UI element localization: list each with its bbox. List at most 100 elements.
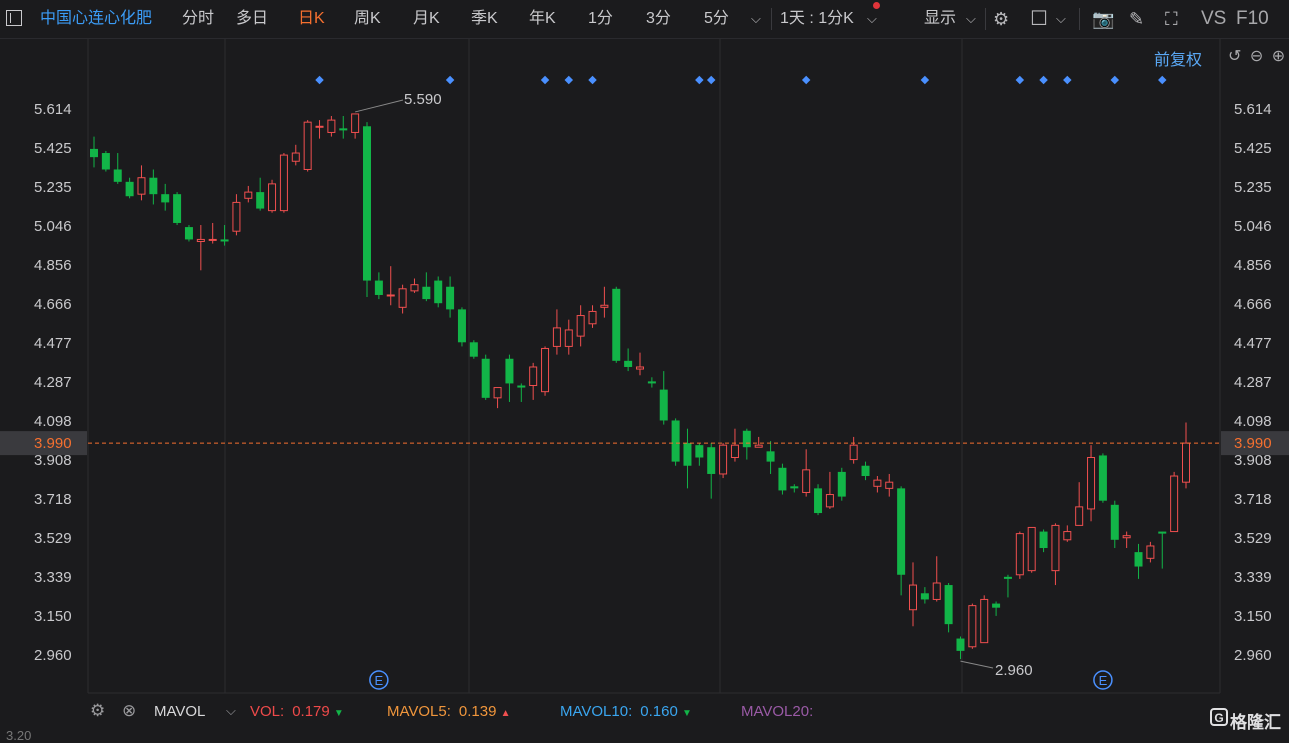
vol-readout: VOL: 0.179 ▼ xyxy=(250,703,344,720)
candle-body-up xyxy=(541,347,550,393)
vol-label: VOL: xyxy=(250,703,285,720)
tab-weekly-k[interactable]: 周K xyxy=(354,0,381,38)
price-tick-left: 3.150 xyxy=(34,608,72,625)
candle-body-down xyxy=(256,192,265,209)
candle-body-down xyxy=(173,194,182,223)
candle-body-down xyxy=(920,593,929,600)
pencil-icon[interactable]: ✎ xyxy=(1129,0,1144,38)
tab-intraday[interactable]: 分时 xyxy=(182,0,214,38)
down-arrow-icon: ▼ xyxy=(333,708,344,719)
candle-body-up xyxy=(410,284,419,292)
fullscreen-icon[interactable]: ⛶ xyxy=(1165,0,1178,38)
display-menu[interactable]: 显示 xyxy=(924,0,956,38)
signal-marker-diamond xyxy=(445,75,455,85)
tab-1min[interactable]: 1分 xyxy=(588,0,613,38)
signal-marker-diamond xyxy=(1110,75,1120,85)
vs-button[interactable]: VS xyxy=(1201,0,1226,38)
chevron-down-icon[interactable]: ⌵ xyxy=(751,0,761,38)
brand-logo: G 格隆汇 xyxy=(1210,708,1281,733)
interval-select[interactable]: 1天 : 1分K xyxy=(780,0,854,38)
lower-pane-tick: 3.20 xyxy=(6,728,32,743)
tab-quarterly-k[interactable]: 季K xyxy=(471,0,498,38)
candle-body-up xyxy=(208,238,217,241)
chevron-down-icon[interactable]: ⌵ xyxy=(1056,0,1066,38)
notification-dot xyxy=(873,2,880,9)
chevron-down-icon[interactable]: ⌵ xyxy=(966,0,976,38)
price-tick-left: 5.614 xyxy=(34,101,72,118)
candle-body-up xyxy=(885,481,894,489)
candle-body-up xyxy=(279,154,288,212)
candle-body-down xyxy=(861,465,870,477)
signal-marker-diamond xyxy=(1158,75,1167,85)
indicator-name[interactable]: MAVOL xyxy=(154,703,205,720)
mavol20-label: MAVOL20: xyxy=(741,703,814,720)
kline-chart[interactable]: 5.614 5.614 5.425 5.425 5.235 5.235 5.046 5.046… xyxy=(0,39,1289,697)
tab-monthly-k[interactable]: 月K xyxy=(413,0,440,38)
candle-body-down xyxy=(837,471,846,497)
candle-body-up xyxy=(849,444,858,461)
reset-icon[interactable]: ↺ xyxy=(1228,48,1243,65)
candle-body-up xyxy=(802,469,811,493)
candle-body-up xyxy=(1075,506,1084,526)
candle-body-up xyxy=(268,183,277,212)
candle-body-up xyxy=(1146,545,1155,559)
candle-body-down xyxy=(1110,504,1119,540)
candle-body-up xyxy=(873,479,882,487)
candle-body-down xyxy=(944,585,953,625)
price-tick-left: 5.046 xyxy=(34,218,72,235)
tab-daily-k[interactable]: 日K xyxy=(298,0,325,38)
candle-body-down xyxy=(101,153,110,170)
zoom-out-icon[interactable]: ⊖ xyxy=(1250,48,1265,65)
gear-icon[interactable]: ⚙ xyxy=(993,0,1009,38)
candle-body-up xyxy=(552,327,561,347)
brand-name: 格隆汇 xyxy=(1230,713,1281,732)
candle-body-down xyxy=(434,280,443,304)
candle-body-up xyxy=(1027,526,1036,572)
price-tick-right: 3.339 xyxy=(1234,569,1272,586)
candle-body-down xyxy=(1003,576,1012,579)
price-tick-right: 3.150 xyxy=(1234,608,1272,625)
candle-body-down xyxy=(363,126,371,281)
mavol10-label: MAVOL10: xyxy=(560,703,633,720)
tab-yearly-k[interactable]: 年K xyxy=(529,0,556,38)
candle-body-up xyxy=(600,304,609,308)
candle-body-up xyxy=(980,598,989,644)
candle-body-down xyxy=(814,488,823,514)
price-tick-right: 5.046 xyxy=(1234,218,1272,235)
low-annotation: 2.960 xyxy=(995,662,1033,679)
signal-marker-diamond xyxy=(801,75,811,85)
gear-icon[interactable]: ⚙ xyxy=(90,701,105,721)
price-tick-right: 5.235 xyxy=(1234,179,1272,196)
close-icon[interactable]: ⊗ xyxy=(122,701,136,721)
signal-marker-diamond xyxy=(695,75,704,85)
candle-body-down xyxy=(113,169,122,182)
tab-5min[interactable]: 5分 xyxy=(704,0,729,38)
camera-icon[interactable]: 📷 xyxy=(1092,0,1114,38)
candle-body-down xyxy=(149,177,158,195)
stock-name[interactable]: 中国心连心化肥 xyxy=(40,0,152,38)
candle-body-down xyxy=(695,445,704,458)
candle-body-up xyxy=(636,366,644,370)
chevron-down-icon[interactable]: ⌵ xyxy=(226,703,236,719)
panel-toggle-icon[interactable] xyxy=(6,10,22,26)
candle-body-down xyxy=(374,280,383,295)
color-box-icon[interactable]: ☐ xyxy=(1030,0,1048,38)
tab-multi-day[interactable]: 多日 xyxy=(236,0,268,38)
candle-body-up xyxy=(398,288,407,308)
zoom-in-icon[interactable]: ⊕ xyxy=(1272,48,1287,65)
price-tick-left: 5.235 xyxy=(34,179,72,196)
candle-body-up xyxy=(386,294,395,297)
price-tick-left: 4.098 xyxy=(34,413,72,430)
price-adjust-toggle[interactable]: 前复权 xyxy=(1154,46,1202,70)
candle-body-up xyxy=(968,605,977,648)
candle-body-down xyxy=(790,486,799,489)
candle-body-up xyxy=(932,582,941,600)
candle-body-down xyxy=(125,181,134,197)
price-tick-left: 4.666 xyxy=(34,296,72,313)
high-annotation: 5.590 xyxy=(404,91,442,108)
f10-button[interactable]: F10 xyxy=(1236,0,1269,38)
signal-marker-diamond xyxy=(1015,75,1025,85)
current-price-tag-right: 3.990 xyxy=(1234,435,1272,452)
tab-3min[interactable]: 3分 xyxy=(646,0,671,38)
zoom-controls[interactable]: ↺ ⊖ ⊕ xyxy=(1228,46,1287,66)
